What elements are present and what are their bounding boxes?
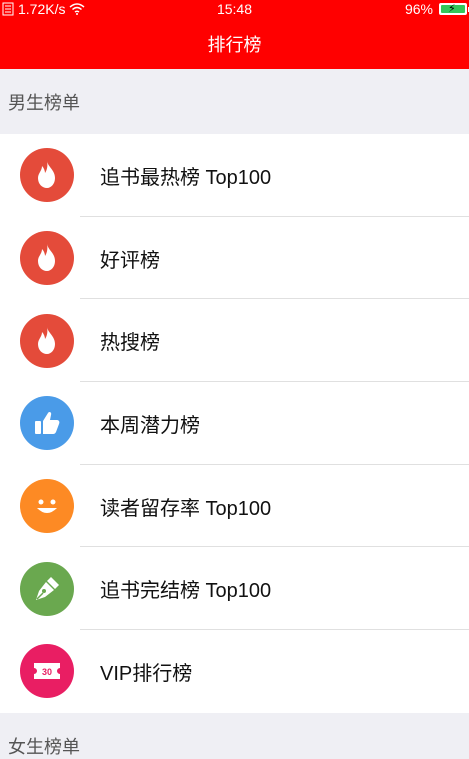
ranking-label: 本周潜力榜 bbox=[100, 414, 200, 437]
ranking-label: 读者留存率 Top100 bbox=[100, 497, 272, 520]
page-title: 排行榜 bbox=[207, 34, 262, 55]
status-bar: 1.72K/s 15:48 96% ⚡ bbox=[0, 0, 469, 18]
pen-icon bbox=[20, 561, 74, 616]
battery-icon: ⚡ bbox=[439, 3, 469, 15]
ranking-label: VIP排行榜 bbox=[100, 662, 193, 685]
ticket-badge: 30 bbox=[42, 667, 52, 677]
status-right: 96% ⚡ bbox=[404, 1, 469, 17]
ticket-icon: 30 bbox=[20, 644, 74, 699]
male-rankings-list: 追书最热榜 Top100 好评榜 热搜榜 本周潜力榜 读者留存率 Top100 … bbox=[0, 134, 469, 713]
ranking-row-vip[interactable]: 30 VIP排行榜 bbox=[0, 630, 469, 713]
ranking-row-hot-top100[interactable]: 追书最热榜 Top100 bbox=[0, 134, 469, 217]
ranking-row-good-reviews[interactable]: 好评榜 bbox=[0, 216, 469, 300]
ranking-row-weekly-potential[interactable]: 本周潜力榜 bbox=[0, 382, 469, 465]
smiley-icon bbox=[20, 479, 74, 534]
ranking-label: 热搜榜 bbox=[100, 332, 160, 355]
flame-icon bbox=[20, 313, 74, 368]
section-title-male: 男生榜单 bbox=[8, 92, 80, 113]
battery-percent: 96% bbox=[404, 1, 433, 17]
flame-icon bbox=[20, 231, 74, 286]
section-title-female: 女生榜单 bbox=[8, 737, 80, 757]
section-header-male: 男生榜单 bbox=[0, 69, 469, 134]
flame-icon bbox=[20, 148, 74, 203]
ranking-label: 追书完结榜 Top100 bbox=[100, 580, 272, 603]
ranking-label: 追书最热榜 Top100 bbox=[100, 166, 272, 189]
thumbs-up-icon bbox=[20, 396, 74, 451]
ranking-row-hot-search[interactable]: 热搜榜 bbox=[0, 299, 469, 383]
status-time: 15:48 bbox=[216, 1, 253, 17]
ranking-row-completed-top100[interactable]: 追书完结榜 Top100 bbox=[0, 547, 469, 631]
ranking-label: 好评榜 bbox=[100, 249, 160, 272]
nav-bar: 排行榜 bbox=[0, 18, 469, 69]
ranking-row-retention-top100[interactable]: 读者留存率 Top100 bbox=[0, 464, 469, 548]
section-header-female: 女生榜单 bbox=[0, 713, 469, 757]
